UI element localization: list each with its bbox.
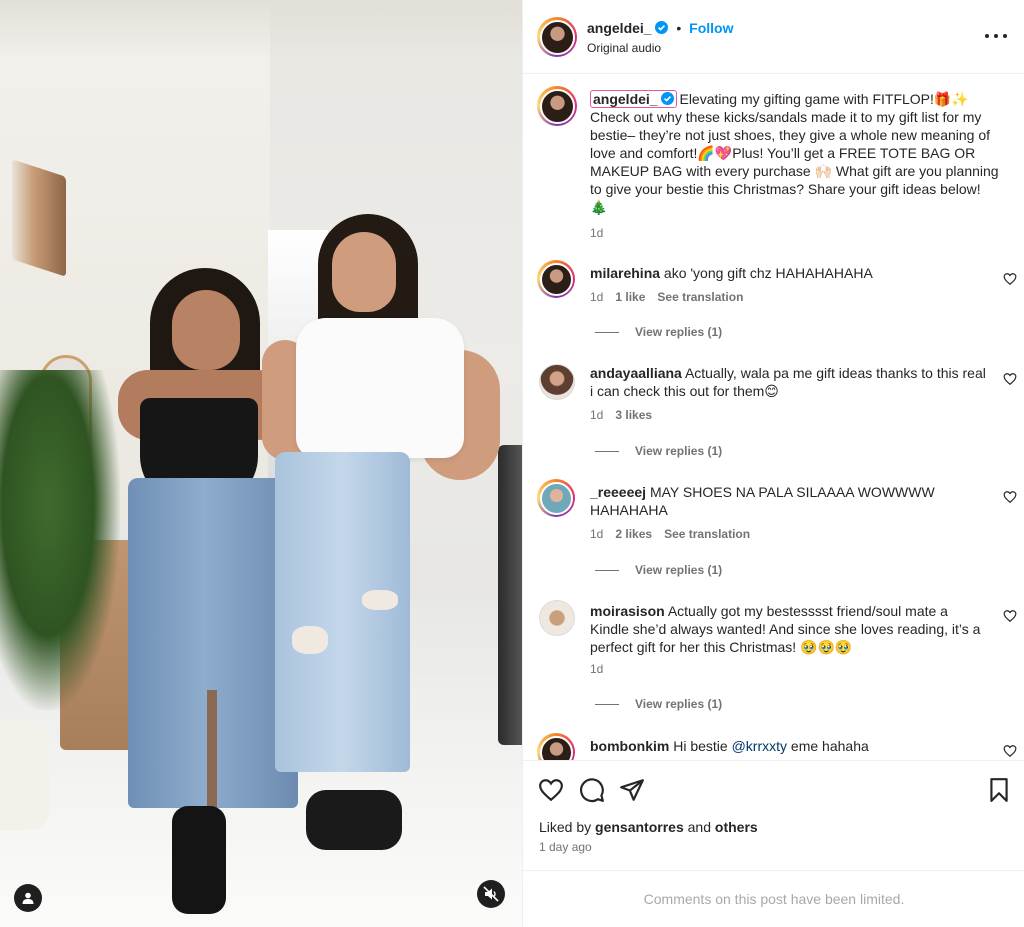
caption-author-avatar[interactable] [537, 86, 577, 126]
author-username[interactable]: angeldei_ [587, 20, 652, 36]
verified-badge-icon [661, 92, 675, 105]
black-sneakers [172, 806, 226, 914]
comment-avatar[interactable] [537, 260, 575, 298]
comment-avatar[interactable] [537, 479, 575, 517]
user-tag-icon [22, 892, 34, 904]
post-age[interactable]: 1 day ago [539, 840, 592, 854]
caption-author-username[interactable]: angeldei_ [590, 90, 678, 108]
comment-item: _reeeeej MAY SHOES NA PALA SILAAAA WOWWW… [537, 479, 1017, 579]
ripped-jeans [275, 452, 410, 772]
comment-mention[interactable]: @krrxxty [732, 738, 787, 754]
follow-button[interactable]: Follow [689, 20, 733, 36]
heart-icon[interactable] [1003, 272, 1017, 286]
comment-time[interactable]: 1d [590, 290, 603, 304]
comment-username[interactable]: milarehina [590, 265, 660, 281]
comment-item: bombonkim Hi bestie @krrxxty eme hahaha [537, 733, 1017, 760]
comment-time[interactable]: 1d [590, 662, 603, 676]
comment-username[interactable]: andayaalliana [590, 365, 682, 381]
comment-text: ako 'yong gift chz HAHAHAHAHA [663, 265, 873, 281]
heart-icon[interactable] [1003, 744, 1017, 758]
potted-plant [0, 370, 120, 710]
heart-icon[interactable] [538, 777, 564, 803]
view-replies-button[interactable]: View replies (1) [595, 325, 722, 339]
post-media[interactable] [0, 0, 522, 927]
comment-username[interactable]: bombonkim [590, 738, 669, 754]
comment-time[interactable]: 1d [590, 527, 603, 541]
more-options-icon [985, 34, 989, 38]
wall-air-conditioner [12, 159, 66, 277]
liked-by-user[interactable]: gensantorres [595, 819, 684, 835]
post-actions: Liked by gensantorres and others 1 day a… [523, 760, 1024, 870]
black-sandals [306, 790, 402, 850]
comment-avatar[interactable] [539, 600, 575, 636]
heart-icon[interactable] [1003, 609, 1017, 623]
author-avatar[interactable] [537, 17, 577, 57]
see-translation-button[interactable]: See translation [657, 290, 743, 304]
heart-icon[interactable] [1003, 490, 1017, 504]
comment-likes[interactable]: 1 like [615, 290, 645, 304]
comment-item: milarehina ako 'yong gift chz HAHAHAHAHA… [537, 260, 1017, 340]
heart-icon[interactable] [1003, 372, 1017, 386]
white-top [296, 318, 464, 458]
see-translation-button[interactable]: See translation [664, 527, 750, 541]
comment-username[interactable]: moirasison [590, 603, 665, 619]
bookmark-icon[interactable] [986, 777, 1012, 803]
send-icon[interactable] [619, 777, 645, 803]
comment-likes[interactable]: 2 likes [615, 527, 652, 541]
comment-avatar[interactable] [537, 733, 575, 760]
view-replies-button[interactable]: View replies (1) [595, 563, 722, 577]
comment-time[interactable]: 1d [590, 408, 603, 422]
comment-item: moirasison Actually got my bestesssst fr… [537, 600, 1017, 715]
view-replies-button[interactable]: View replies (1) [595, 444, 722, 458]
comment-avatar[interactable] [539, 364, 575, 400]
caption-text: Elevating my gifting game with FITFLOP!🎁… [590, 91, 999, 215]
comment-likes[interactable]: 3 likes [615, 408, 652, 422]
post-header: angeldei_ • Follow Original audio [523, 0, 1024, 74]
liked-by-others[interactable]: others [715, 819, 758, 835]
comment-text: Hi bestie [673, 738, 728, 754]
view-replies-button[interactable]: View replies (1) [595, 697, 722, 711]
more-options-button[interactable] [985, 27, 1007, 45]
comment-item: andayaalliana Actually, wala pa me gift … [537, 362, 1017, 462]
comment-text-after: eme hahaha [790, 738, 869, 754]
mute-button[interactable] [477, 880, 505, 908]
comment-icon[interactable] [579, 777, 605, 803]
audio-label[interactable]: Original audio [587, 41, 661, 55]
verified-badge-icon [655, 21, 669, 34]
liked-by: Liked by gensantorres and others [539, 819, 758, 835]
comments-limited-notice: Comments on this post have been limited. [523, 870, 1024, 927]
comment-username[interactable]: _reeeeej [590, 484, 646, 500]
caption-age: 1d [590, 226, 604, 240]
user-tag-button[interactable] [14, 884, 42, 912]
muted-speaker-icon [483, 886, 499, 902]
post-details-panel: angeldei_ • Follow Original audio angeld… [522, 0, 1024, 927]
